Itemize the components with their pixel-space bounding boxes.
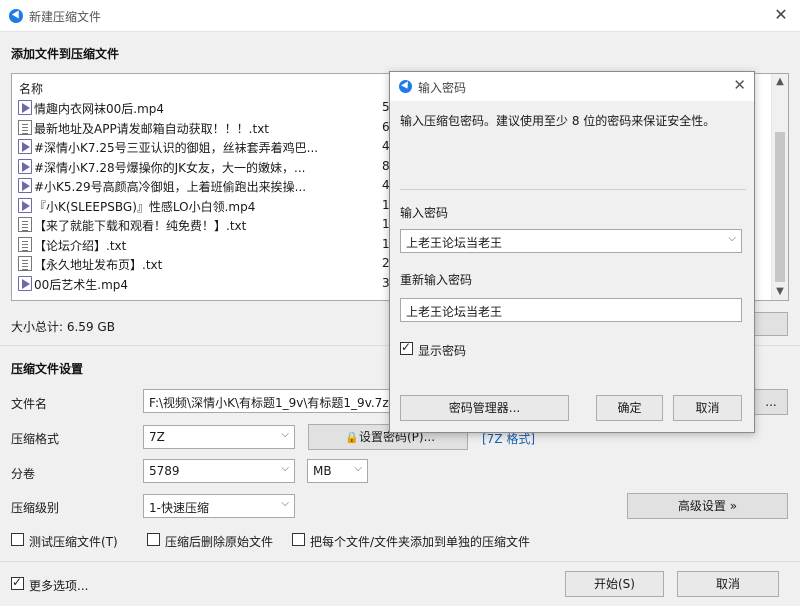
show-password-checkbox[interactable] xyxy=(400,340,413,355)
password-value: 上老王论坛当老王 xyxy=(406,236,503,250)
total-size: 大小总计: 6.59 GB xyxy=(11,320,115,334)
video-file-icon xyxy=(18,158,32,174)
dialog-separator xyxy=(400,189,746,190)
ok-button[interactable]: 确定 xyxy=(596,395,663,421)
test-archive-label[interactable]: 测试压缩文件(T) xyxy=(29,533,118,550)
file-name: 『小K(SLEEPSBG)』性感LO小白领.mp4 xyxy=(34,199,256,214)
split-value: 5789 xyxy=(149,464,180,478)
cancel-button[interactable]: 取消 xyxy=(677,571,779,597)
confirm-password-input[interactable]: 上老王论坛当老王 xyxy=(400,298,742,322)
more-options-label[interactable]: 更多选项... xyxy=(29,577,88,594)
close-icon[interactable]: ✕ xyxy=(733,76,746,94)
format-value: 7Z xyxy=(149,430,165,444)
split-unit-select[interactable]: MB ⌵ xyxy=(307,459,368,483)
password-manager-button[interactable]: 密码管理器... xyxy=(400,395,569,421)
video-file-icon xyxy=(18,197,32,213)
file-name: 【来了就能下载和观看！纯免费！】.txt xyxy=(34,219,247,233)
title-bar: 新建压缩文件 ✕ xyxy=(0,0,800,32)
text-file-icon xyxy=(18,119,32,135)
format-label: 压缩格式 xyxy=(11,432,60,446)
split-size-select[interactable]: 5789 ⌵ xyxy=(143,459,295,483)
lock-icon: 🔒 xyxy=(345,431,359,444)
file-name: #深情小K7.28号爆操你的JK女友，大一的嫩妹，... xyxy=(34,160,306,175)
browse-button-edge[interactable]: ... xyxy=(754,389,788,415)
file-name: 【论坛介绍】.txt xyxy=(34,238,127,253)
close-icon[interactable]: ✕ xyxy=(771,5,791,25)
dialog-message: 输入压缩包密码。建议使用至少 8 位的密码来保证安全性。 xyxy=(400,114,716,128)
password-label: 输入密码 xyxy=(400,206,449,220)
scroll-thumb[interactable] xyxy=(775,132,785,282)
file-name: #小K5.29号高颜高冷御姐，上着班偷跑出来挨操... xyxy=(34,180,307,194)
file-name: 情趣内衣网袜00后.mp4 xyxy=(34,102,165,116)
text-file-icon xyxy=(18,256,32,271)
vertical-scrollbar[interactable]: ▲ ▼ xyxy=(771,74,788,300)
password-input[interactable]: 上老王论坛当老王 ⌵ xyxy=(400,229,742,253)
delete-original-checkbox[interactable] xyxy=(147,533,160,546)
video-file-icon xyxy=(18,139,32,154)
file-name: 最新地址及APP请发邮箱自动获取！！！.txt xyxy=(34,121,270,136)
video-file-icon xyxy=(18,275,32,291)
filename-input[interactable]: F:\视频\深情小K\有标题1_9v\有标题1_9v.7z xyxy=(143,389,390,413)
footer-divider xyxy=(0,561,800,562)
video-file-icon xyxy=(18,178,32,193)
level-select[interactable]: 1-快速压缩 ⌵ xyxy=(143,494,295,518)
dialog-title-bar: 输入密码 ✕ xyxy=(390,72,754,101)
level-value: 1-快速压缩 xyxy=(149,501,209,515)
text-file-icon xyxy=(18,217,32,232)
scroll-down-icon[interactable]: ▼ xyxy=(772,284,788,300)
format-select[interactable]: 7Z ⌵ xyxy=(143,425,295,449)
start-button[interactable]: 开始(S) xyxy=(565,571,664,597)
separate-archives-checkbox[interactable] xyxy=(292,533,305,546)
chevron-down-icon: ⌵ xyxy=(281,498,289,509)
chevron-down-icon: ⌵ xyxy=(281,429,289,440)
chevron-down-icon: ⌵ xyxy=(354,463,362,474)
more-options-checkbox[interactable] xyxy=(11,575,24,590)
delete-original-label[interactable]: 压缩后删除原始文件 xyxy=(165,533,273,550)
dialog-cancel-button[interactable]: 取消 xyxy=(673,395,742,421)
video-file-icon xyxy=(18,100,32,115)
app-logo-icon xyxy=(9,9,23,23)
chevron-down-icon: ⌵ xyxy=(281,463,289,474)
filename-label: 文件名 xyxy=(11,397,48,411)
settings-heading: 压缩文件设置 xyxy=(11,362,84,376)
password-dialog: 输入密码 ✕ 输入压缩包密码。建议使用至少 8 位的密码来保证安全性。 输入密码… xyxy=(389,71,755,433)
column-header-name[interactable]: 名称 xyxy=(19,80,43,97)
confirm-password-label: 重新输入密码 xyxy=(400,273,473,287)
separate-archives-label[interactable]: 把每个文件/文件夹添加到单独的压缩文件 xyxy=(310,533,530,550)
advanced-settings-button[interactable]: 高级设置 » xyxy=(627,493,788,519)
test-archive-checkbox[interactable] xyxy=(11,533,24,546)
dialog-app-icon xyxy=(399,80,412,93)
file-name: 00后艺术生.mp4 xyxy=(34,277,129,292)
add-files-heading: 添加文件到压缩文件 xyxy=(11,47,120,61)
file-name: #深情小K7.25号三亚认识的御姐，丝袜套弄着鸡巴... xyxy=(34,141,319,155)
scroll-up-icon[interactable]: ▲ xyxy=(772,74,788,90)
split-label: 分卷 xyxy=(11,467,36,481)
split-unit-value: MB xyxy=(313,464,332,478)
chevron-down-icon[interactable]: ⌵ xyxy=(728,233,736,244)
level-label: 压缩级别 xyxy=(11,501,60,515)
window-title: 新建压缩文件 xyxy=(29,10,102,24)
text-file-icon xyxy=(18,236,32,252)
file-name: 【永久地址发布页】.txt xyxy=(34,258,163,272)
dialog-title: 输入密码 xyxy=(418,81,467,95)
show-password-label[interactable]: 显示密码 xyxy=(418,342,466,359)
